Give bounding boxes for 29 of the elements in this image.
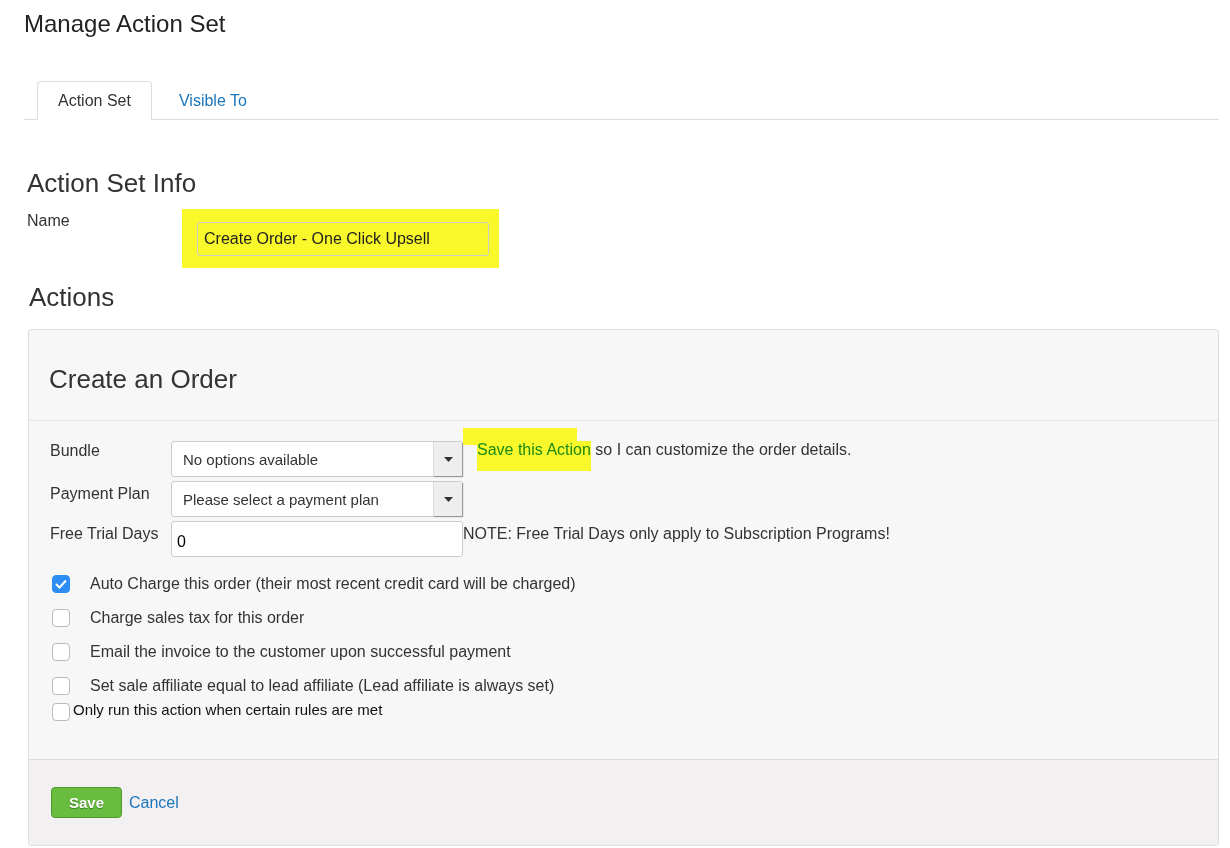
checkbox-label: Auto Charge this order (their most recent credit card will be charged) bbox=[90, 575, 576, 593]
input-field[interactable]: 0 bbox=[171, 521, 463, 557]
checkbox[interactable] bbox=[52, 703, 70, 721]
checkbox-label: Only run this action when certain rules are met bbox=[73, 701, 383, 718]
field-label: Payment Plan bbox=[50, 484, 151, 503]
tab[interactable]: Visible To bbox=[157, 81, 268, 120]
field-label: Free Trial Days bbox=[50, 524, 160, 543]
checkbox[interactable] bbox=[52, 643, 70, 661]
dropdown[interactable]: No options available bbox=[171, 441, 463, 477]
page-title: Manage Action Set bbox=[24, 9, 227, 39]
dropdown[interactable]: Please select a payment plan bbox=[171, 481, 463, 517]
checkbox-label: Charge sales tax for this order bbox=[90, 609, 305, 627]
field-label: Name bbox=[26, 211, 71, 230]
note-text: NOTE: Free Trial Days only apply to Subscription Programs! bbox=[463, 524, 890, 543]
name-field[interactable]: Create Order - One Click Upsell bbox=[182, 209, 499, 268]
field-label: Bundle bbox=[50, 441, 101, 460]
checkbox[interactable] bbox=[52, 609, 70, 627]
caret-icon bbox=[443, 496, 453, 502]
checkbox-label: Email the invoice to the customer upon successful payment bbox=[90, 643, 511, 661]
cancel-link[interactable]: Cancel bbox=[129, 793, 179, 812]
section-heading: Actions bbox=[29, 282, 116, 313]
panel-title: Create an Order bbox=[49, 363, 237, 395]
checkbox[interactable] bbox=[52, 575, 70, 593]
section-heading: Action Set Info bbox=[27, 168, 198, 199]
checkbox[interactable] bbox=[52, 677, 70, 695]
checkbox-label: Set sale affiliate equal to lead affiliate (Lead affiliate is always set) bbox=[90, 677, 555, 695]
caret-icon bbox=[443, 456, 453, 462]
note-text: Save this Action so I can customize the order details. bbox=[476, 440, 852, 459]
tab[interactable]: Action Set bbox=[37, 81, 152, 120]
